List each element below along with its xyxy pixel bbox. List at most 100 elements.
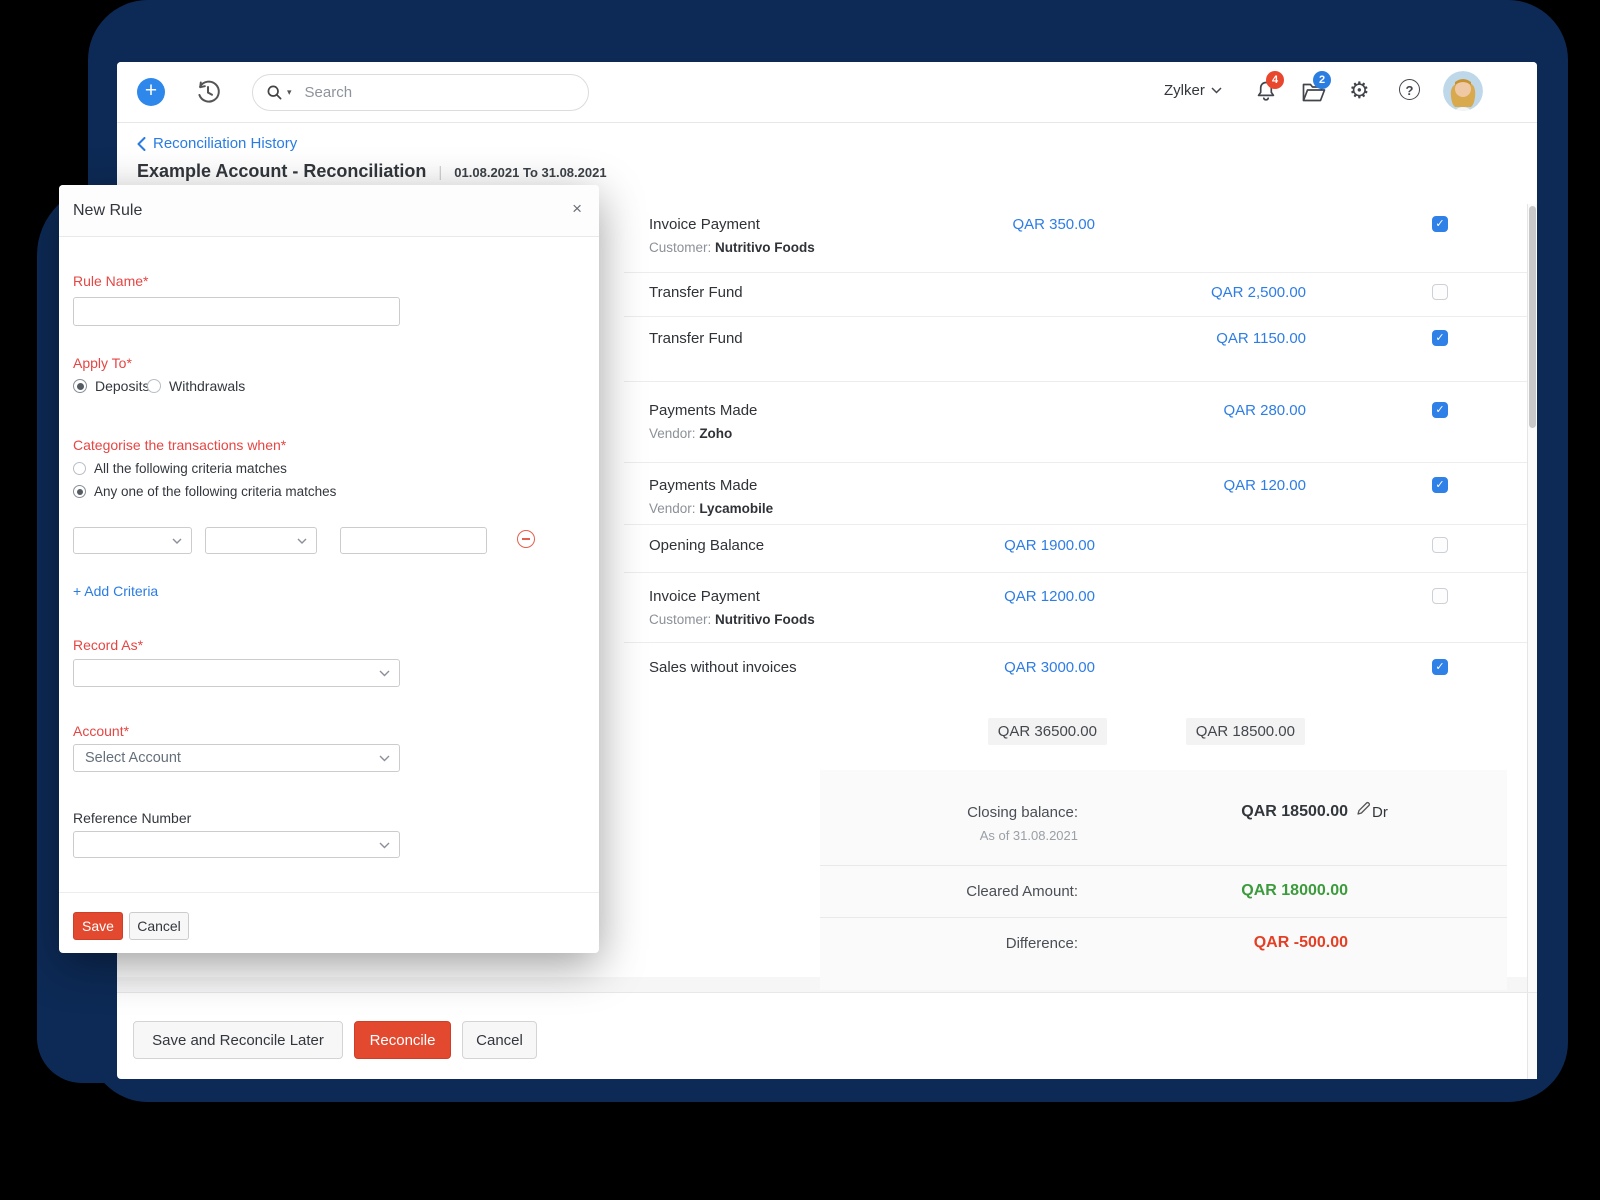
row-checkbox[interactable] — [1432, 477, 1448, 493]
modal-cancel-button[interactable]: Cancel — [129, 912, 189, 940]
radio-any-criteria[interactable] — [73, 485, 86, 498]
modal-footer-divider — [59, 892, 599, 893]
criteria-all-option[interactable]: All the following criteria matches — [73, 461, 287, 476]
plus-icon: + — [145, 79, 157, 102]
reconcile-button[interactable]: Reconcile — [354, 1021, 451, 1059]
totals-row: QAR 36500.00 QAR 18500.00 — [624, 714, 1527, 756]
settings-button[interactable]: ⚙ — [1349, 77, 1370, 104]
transaction-title: Transfer Fund — [649, 330, 1527, 347]
all-criteria-label: All the following criteria matches — [94, 461, 287, 476]
criteria-value-input[interactable] — [340, 527, 487, 554]
row-checkbox[interactable] — [1432, 659, 1448, 675]
deposits-total: QAR 36500.00 — [988, 718, 1107, 745]
transaction-amount: QAR 1150.00 — [1216, 330, 1306, 347]
transaction-amount: QAR 1900.00 — [1004, 537, 1095, 554]
modal-title: New Rule — [73, 202, 142, 220]
vertical-scrollbar-thumb[interactable] — [1529, 206, 1536, 428]
transaction-amount: QAR 350.00 — [1012, 216, 1095, 233]
breadcrumb-back-link[interactable]: Reconciliation History — [137, 135, 297, 152]
user-avatar[interactable] — [1443, 71, 1483, 111]
modal-save-button[interactable]: Save — [73, 912, 123, 940]
radio-withdrawals[interactable] — [147, 379, 161, 393]
page-header: Example Account - Reconciliation | 01.08… — [137, 161, 607, 182]
criteria-any-option[interactable]: Any one of the following criteria matche… — [73, 484, 336, 499]
subtitle-value: Nutritivo Foods — [715, 240, 815, 255]
closing-balance-value: QAR 18500.00 — [1078, 803, 1348, 821]
avatar-image — [1443, 71, 1483, 111]
footer-actions: Save and Reconcile Later Reconcile Cance… — [133, 1021, 537, 1059]
difference-value: QAR -500.00 — [1078, 934, 1348, 952]
transaction-title: Transfer Fund — [649, 284, 1527, 301]
categorise-label: Categorise the transactions when* — [73, 437, 286, 453]
search-scope-caret-icon[interactable]: ▾ — [287, 87, 292, 98]
reference-number-select[interactable] — [73, 831, 400, 858]
add-criteria-link[interactable]: + Add Criteria — [73, 583, 158, 599]
radio-deposits[interactable] — [73, 379, 87, 393]
closing-balance-drcr: Dr — [1372, 804, 1388, 821]
row-checkbox[interactable] — [1432, 216, 1448, 232]
reconciliation-summary: Closing balance: As of 31.08.2021 QAR 18… — [820, 770, 1507, 990]
account-label: Account* — [73, 723, 129, 739]
modal-header: New Rule × — [59, 185, 599, 237]
subtitle-label: Vendor: — [649, 501, 696, 516]
account-placeholder: Select Account — [85, 750, 181, 766]
difference-label: Difference: — [820, 935, 1078, 952]
subtitle-label: Customer: — [649, 240, 711, 255]
closing-balance-row: Closing balance: As of 31.08.2021 QAR 18… — [820, 770, 1507, 866]
transaction-amount: QAR 2,500.00 — [1211, 284, 1306, 301]
row-checkbox[interactable] — [1432, 537, 1448, 553]
transaction-title: Payments Made — [649, 402, 1527, 419]
record-as-select[interactable] — [73, 659, 400, 687]
pencil-icon — [1356, 801, 1371, 816]
apply-to-deposits-option[interactable]: Deposits — [73, 378, 149, 394]
table-row: Invoice Payment Customer: Nutritivo Food… — [624, 573, 1527, 643]
transactions-table: Invoice Payment Customer: Nutritivo Food… — [624, 204, 1527, 756]
remove-criteria-icon[interactable] — [517, 530, 535, 548]
account-select[interactable]: Select Account — [73, 744, 400, 772]
rule-name-input[interactable] — [73, 297, 400, 326]
edit-closing-balance-button[interactable] — [1356, 801, 1371, 821]
global-search[interactable]: ▾ Search — [252, 74, 589, 111]
row-checkbox[interactable] — [1432, 588, 1448, 604]
subtitle-value: Lycamobile — [699, 501, 773, 516]
table-row: Invoice Payment Customer: Nutritivo Food… — [624, 204, 1527, 273]
recent-history-button[interactable] — [194, 78, 222, 106]
help-button[interactable]: ? — [1399, 79, 1420, 100]
org-switcher[interactable]: Zylker — [1164, 82, 1222, 99]
footer-cancel-button[interactable]: Cancel — [462, 1021, 537, 1059]
chevron-down-icon — [379, 670, 390, 677]
transaction-amount: QAR 280.00 — [1223, 402, 1306, 419]
help-icon: ? — [1406, 83, 1414, 98]
criteria-comparator-select[interactable] — [205, 527, 317, 554]
withdrawals-total: QAR 18500.00 — [1186, 718, 1305, 745]
reconciliation-date-range: 01.08.2021 To 31.08.2021 — [454, 165, 606, 180]
save-and-reconcile-later-button[interactable]: Save and Reconcile Later — [133, 1021, 343, 1059]
transaction-subtitle: Customer: Nutritivo Foods — [649, 612, 1527, 627]
quick-create-button[interactable]: + — [137, 78, 165, 106]
row-checkbox[interactable] — [1432, 284, 1448, 300]
org-name: Zylker — [1164, 82, 1205, 99]
apply-to-label: Apply To* — [73, 355, 132, 371]
table-row: Transfer Fund QAR 1150.00 — [624, 317, 1527, 382]
cleared-amount-value: QAR 18000.00 — [1078, 882, 1348, 900]
closing-balance-asof: As of 31.08.2021 — [820, 828, 1078, 843]
table-row: Transfer Fund QAR 2,500.00 — [624, 273, 1527, 317]
cleared-amount-label: Cleared Amount: — [820, 883, 1078, 900]
radio-all-criteria[interactable] — [73, 462, 86, 475]
deposits-label: Deposits — [95, 378, 149, 394]
apply-to-withdrawals-option[interactable]: Withdrawals — [147, 378, 245, 394]
row-checkbox[interactable] — [1432, 330, 1448, 346]
row-checkbox[interactable] — [1432, 402, 1448, 418]
footer-divider — [117, 992, 1537, 993]
cleared-amount-row: Cleared Amount: QAR 18000.00 — [820, 866, 1507, 918]
screenshot-canvas: + ▾ Search Zylker 4 2 ⚙ ? — [0, 0, 1600, 1200]
transaction-amount: QAR 120.00 — [1223, 477, 1306, 494]
transaction-amount: QAR 1200.00 — [1004, 588, 1095, 605]
search-input[interactable]: Search — [305, 84, 353, 101]
criteria-field-select[interactable] — [73, 527, 192, 554]
subtitle-value: Nutritivo Foods — [715, 612, 815, 627]
table-row: Sales without invoices QAR 3000.00 — [624, 643, 1527, 712]
close-icon[interactable]: × — [572, 199, 582, 219]
table-row: Payments Made Vendor: Zoho QAR 280.00 — [624, 382, 1527, 463]
withdrawals-label: Withdrawals — [169, 378, 245, 394]
